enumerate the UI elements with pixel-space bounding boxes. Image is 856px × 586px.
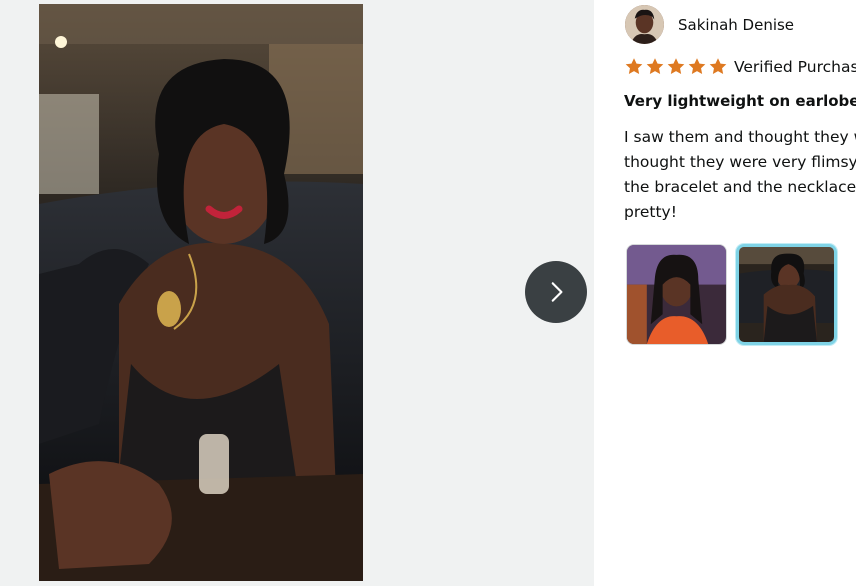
avatar bbox=[625, 5, 664, 44]
verified-purchase-label: Verified Purchase bbox=[734, 57, 856, 76]
thumbnail-1[interactable] bbox=[626, 244, 727, 345]
review-panel: Sakinah Denise Verified Purchase Very li… bbox=[594, 0, 856, 586]
review-title: Very lightweight on earlobes bbox=[624, 92, 856, 110]
rating-row: Verified Purchase bbox=[624, 57, 856, 76]
review-body-line: pretty! bbox=[624, 203, 677, 221]
reviewer-profile[interactable]: Sakinah Denise bbox=[625, 5, 794, 44]
image-viewer bbox=[0, 0, 594, 586]
star-icon bbox=[645, 57, 665, 76]
review-body-line: I saw them and thought they were bbox=[624, 128, 856, 146]
star-icon bbox=[666, 57, 686, 76]
review-body-line: thought they were very flimsy. I bbox=[624, 153, 856, 171]
next-image-button[interactable] bbox=[525, 261, 587, 323]
thumbnail-2[interactable] bbox=[736, 244, 837, 345]
review-body-line: the bracelet and the necklace. T bbox=[624, 178, 856, 196]
chevron-right-icon bbox=[551, 282, 563, 302]
image-thumbnails bbox=[626, 244, 846, 345]
review-body: I saw them and thought they were thought… bbox=[624, 125, 856, 225]
review-photo bbox=[39, 4, 363, 581]
star-icon bbox=[687, 57, 707, 76]
star-rating bbox=[624, 57, 729, 76]
star-icon bbox=[624, 57, 644, 76]
reviewer-name[interactable]: Sakinah Denise bbox=[678, 16, 794, 34]
star-icon bbox=[708, 57, 728, 76]
